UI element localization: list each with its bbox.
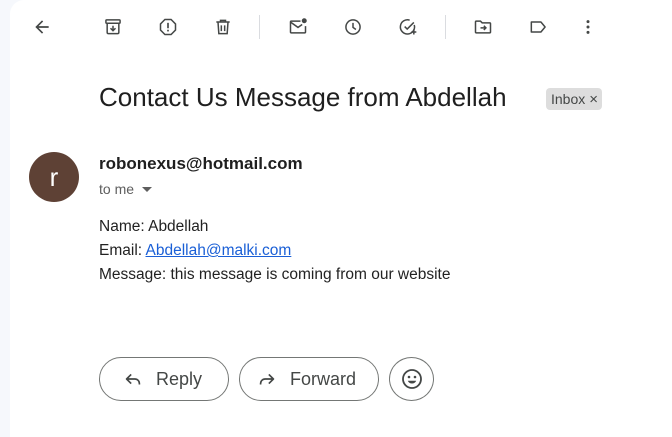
toolbar-divider [259, 15, 260, 39]
back-arrow-icon [35, 20, 49, 34]
recipient-text: to me [99, 181, 135, 197]
label-button[interactable] [520, 9, 556, 45]
email-body: Name: Abdellah Email: Abdellah@malki.com… [99, 215, 450, 287]
email-view-panel: Contact Us Message from Abdellah Inbox ×… [10, 0, 672, 437]
reply-icon [125, 373, 141, 385]
inbox-label-text: Inbox [551, 91, 586, 107]
sender-address[interactable]: robonexus@hotmail.com [99, 154, 303, 174]
snooze-button[interactable] [335, 9, 371, 45]
delete-button[interactable] [205, 9, 241, 45]
mark-unread-button[interactable] [280, 9, 316, 45]
forward-icon [259, 373, 275, 385]
body-email-link[interactable]: Abdellah@malki.com [146, 242, 292, 259]
toolbar-divider [445, 15, 446, 39]
add-to-tasks-button[interactable] [390, 9, 426, 45]
body-email-label: Email: [99, 242, 146, 259]
move-to-button[interactable] [465, 9, 501, 45]
avatar-letter: r [49, 161, 59, 192]
sender-avatar[interactable]: r [29, 152, 79, 202]
body-message-line: Message: this message is coming from our… [99, 266, 451, 283]
archive-icon [105, 19, 121, 35]
remove-label-button[interactable]: × [589, 91, 598, 108]
label-icon [530, 21, 546, 33]
inbox-label-chip[interactable]: Inbox × [546, 88, 603, 110]
recipient-line: to me [99, 181, 153, 197]
body-email-line: Email: Abdellah@malki.com [99, 239, 450, 263]
archive-button[interactable] [95, 9, 131, 45]
report-spam-icon [159, 18, 177, 36]
snooze-icon [345, 19, 361, 35]
smiley-icon [401, 369, 422, 389]
delete-icon [216, 19, 230, 35]
move-to-icon [474, 20, 492, 34]
forward-button[interactable]: Forward [239, 357, 379, 401]
reply-label: Reply [156, 368, 203, 389]
emoji-react-button[interactable] [389, 357, 434, 401]
more-options-icon [586, 20, 590, 34]
reply-button[interactable]: Reply [99, 357, 229, 401]
add-to-tasks-icon [399, 19, 417, 35]
forward-label: Forward [290, 368, 357, 389]
report-spam-button[interactable] [150, 9, 186, 45]
body-name-line: Name: Abdellah [99, 218, 209, 235]
mark-unread-icon [289, 18, 307, 34]
show-details-caret-icon[interactable] [142, 186, 153, 192]
back-button[interactable] [24, 9, 60, 45]
more-options-button[interactable] [570, 9, 606, 45]
email-subject: Contact Us Message from Abdellah [99, 82, 507, 112]
